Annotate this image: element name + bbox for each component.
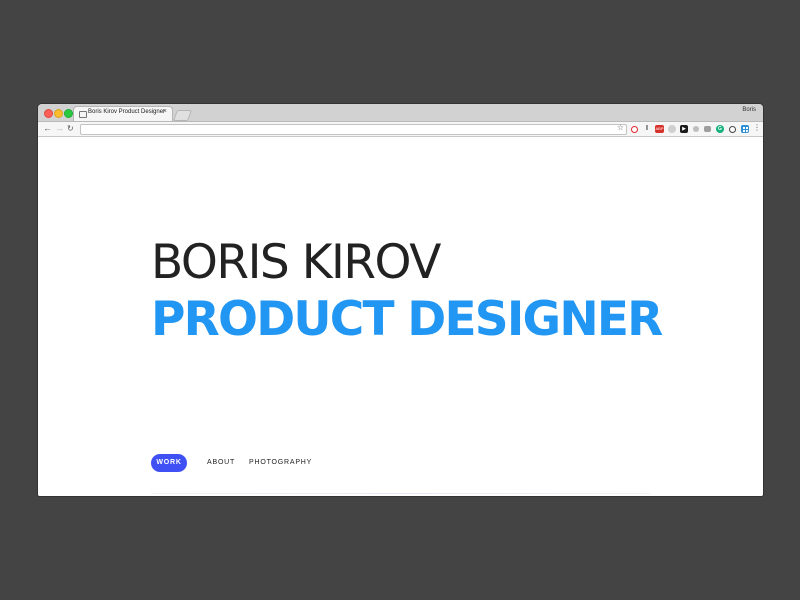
favicon-icon bbox=[79, 111, 87, 118]
info-icon[interactable]: I bbox=[645, 125, 649, 133]
block-icon[interactable] bbox=[729, 126, 736, 133]
browser-window: Boris Kirov Product Designer × Boris ← →… bbox=[38, 104, 763, 496]
maximize-window-button[interactable] bbox=[64, 109, 73, 118]
bookmark-star-icon[interactable]: ☆ bbox=[617, 123, 624, 132]
new-tab-button[interactable] bbox=[172, 110, 193, 121]
nav-about-link[interactable]: ABOUT bbox=[207, 454, 235, 472]
browser-tab[interactable]: Boris Kirov Product Designer × bbox=[73, 106, 173, 121]
content-edge-divider bbox=[151, 493, 651, 494]
camera-icon[interactable] bbox=[704, 126, 711, 132]
tab-close-icon[interactable]: × bbox=[163, 108, 167, 115]
grammarly-icon[interactable]: G bbox=[716, 125, 724, 133]
browser-menu-icon[interactable]: ⋮ bbox=[753, 123, 761, 132]
hero-name: BORIS KIROV bbox=[151, 235, 441, 290]
opera-icon[interactable] bbox=[631, 126, 638, 133]
adblock-icon[interactable]: ABP bbox=[655, 125, 664, 133]
minimize-window-button[interactable] bbox=[54, 109, 63, 118]
profile-name[interactable]: Boris bbox=[742, 107, 756, 113]
address-bar[interactable]: ☆ bbox=[80, 123, 627, 135]
tab-title: Boris Kirov Product Designer bbox=[88, 109, 166, 115]
forward-arrow-icon[interactable]: → bbox=[55, 123, 64, 134]
hero-role: PRODUCT DESIGNER bbox=[151, 292, 663, 347]
gray-extension-icon[interactable] bbox=[693, 126, 699, 132]
play-icon[interactable]: ▶ bbox=[680, 125, 688, 133]
tab-strip: Boris Kirov Product Designer × Boris bbox=[38, 104, 763, 122]
reload-icon[interactable]: ↻ bbox=[67, 123, 74, 134]
grid-icon[interactable] bbox=[741, 125, 749, 133]
back-arrow-icon[interactable]: ← bbox=[43, 123, 52, 134]
page-content: BORIS KIROV PRODUCT DESIGNER WORK ABOUT … bbox=[38, 137, 763, 496]
nav-photography-link[interactable]: PHOTOGRAPHY bbox=[249, 454, 312, 472]
close-window-button[interactable] bbox=[44, 109, 53, 118]
browser-toolbar: ← → ↻ ☆ I ABP ▶ G ⋮ bbox=[38, 122, 763, 137]
circle-extension-icon[interactable] bbox=[668, 125, 676, 133]
nav-work-button[interactable]: WORK bbox=[151, 454, 187, 472]
